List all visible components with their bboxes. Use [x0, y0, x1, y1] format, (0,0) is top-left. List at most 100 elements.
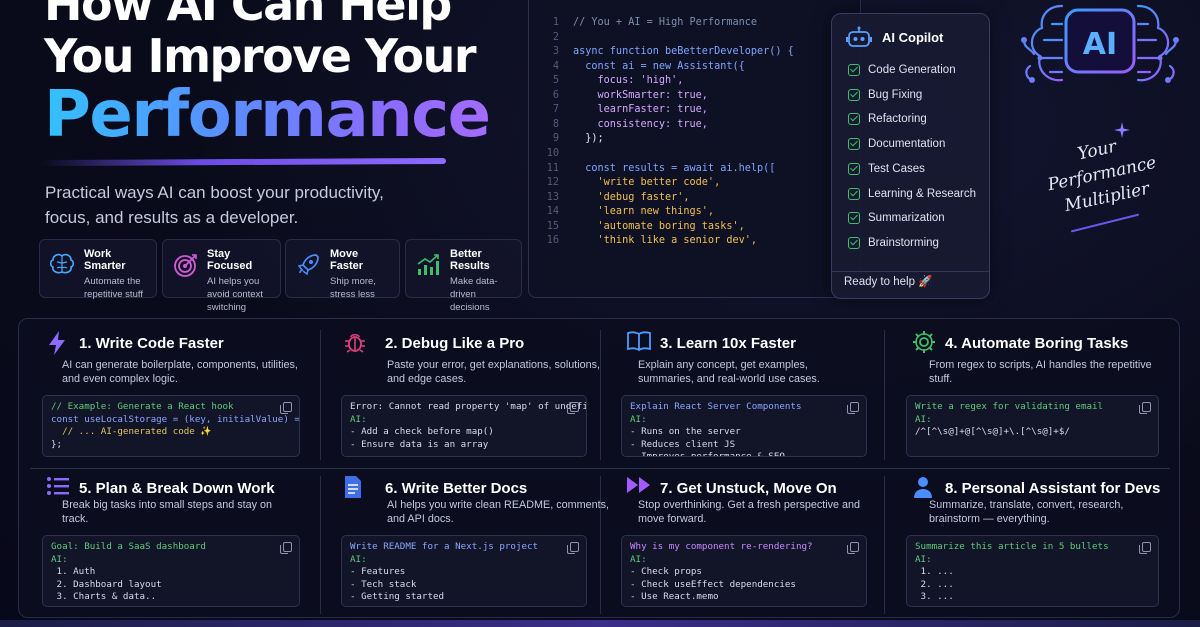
tip-card-1-code-box[interactable]: // Example: Generate a React hook const u… [42, 395, 300, 457]
copy-icon[interactable] [567, 402, 579, 414]
code-box-line: Summarize this article in 5 bullets [915, 541, 1109, 552]
line-number: 4 [552, 60, 559, 72]
chart-up-icon [414, 248, 442, 282]
feature-title: Stay Focused [207, 248, 253, 272]
tip-card-8-code-box[interactable]: Summarize this article in 5 bullets AI: 1… [906, 535, 1159, 607]
copy-icon[interactable] [280, 542, 292, 554]
code-box-line: // Example: Generate a React hook [51, 401, 234, 412]
tip-card-7-code-box[interactable]: Why is my component re-rendering? AI: - Ch… [621, 535, 867, 607]
code-text: 'automate boring tasks', [573, 220, 745, 232]
code-box-line: 3. Charts & data.. [51, 591, 157, 603]
code-box-line: // ... AI-generated code ✨ [51, 426, 212, 438]
bug-icon [343, 330, 367, 359]
copy-icon[interactable] [847, 542, 859, 554]
code-text: consistency: true, [573, 118, 708, 130]
feature-stay-focused: Stay Focused AI helps you avoid context s… [162, 239, 281, 313]
feature-desc: Make data-driven decisions [450, 276, 498, 313]
brain-icon [48, 248, 76, 282]
code-box-line: AI: [630, 553, 647, 565]
copilot-item: Brainstorming [848, 236, 939, 249]
lightning-icon [46, 330, 68, 361]
copilot-item: Refactoring [848, 113, 927, 126]
book-icon [626, 330, 652, 357]
robot-icon [846, 26, 872, 47]
tip-card-3-desc: Explain any concept, get examples, summa… [638, 359, 820, 385]
rocket-icon [294, 248, 322, 282]
copy-icon[interactable] [567, 542, 579, 554]
code-box-line: 2. Dashboard layout [51, 578, 162, 590]
line-number: 14 [546, 206, 559, 218]
code-box-line: - Ensure data is an array [350, 438, 489, 450]
copy-icon[interactable] [847, 402, 859, 414]
copy-icon[interactable] [280, 402, 292, 414]
code-box-line: - Check props [630, 566, 702, 578]
copilot-item-label: Documentation [868, 138, 946, 151]
copilot-header: AI Copilot [846, 26, 943, 48]
title-line-1: How AI Can Help [44, 0, 452, 31]
code-box-line: - Tech stack [350, 578, 417, 590]
tip-card-2-code-box[interactable]: Error: Cannot read property 'map' of und… [341, 395, 587, 457]
line-number: 12 [546, 177, 559, 189]
tip-card-3-code-box[interactable]: Explain React Server Components AI: - Runs… [621, 395, 867, 457]
line-number: 2 [552, 31, 559, 43]
code-line: 4 const ai = new Assistant({ [529, 60, 745, 75]
copilot-status: Ready to help 🚀 [844, 276, 933, 288]
tip-card-8-title: 8. Personal Assistant for Devs [945, 480, 1161, 497]
copilot-item-label: Code Generation [868, 64, 956, 76]
ai-logo-text: AI [1083, 27, 1117, 62]
check-icon [848, 162, 860, 175]
code-box-line: - Use React.memo [630, 591, 719, 603]
code-text: 'learn new things', [573, 206, 715, 218]
code-box-line: - Check useEffect dependencies [630, 578, 796, 590]
code-box-line: - Add a check before map() [350, 426, 494, 438]
feature-desc: Ship more, stress less [330, 276, 376, 300]
grid-divider [600, 330, 601, 460]
code-editor[interactable]: 1 // You + AI = High Performance 2 3 async f… [528, 0, 861, 298]
target-icon [171, 248, 199, 282]
code-box-line: 1. Auth [51, 566, 96, 578]
check-icon [848, 138, 860, 151]
code-text: learnFaster: true, [573, 104, 708, 116]
grid-divider [884, 476, 885, 614]
line-number: 15 [546, 220, 559, 232]
copilot-item-label: Refactoring [868, 113, 927, 126]
code-box-line: - Reduces client JS [630, 438, 736, 450]
tip-card-1-title: 1. Write Code Faster [79, 335, 224, 352]
copilot-item-label: Brainstorming [868, 236, 939, 249]
title-underline [39, 157, 447, 167]
tip-card-5-code-box[interactable]: Goal: Build a SaaS dashboard AI: 1. Auth … [42, 535, 300, 607]
subtitle: Practical ways AI can boost your product… [45, 183, 384, 227]
line-number: 6 [552, 89, 559, 101]
feature-title: Move Faster [330, 248, 364, 272]
copy-icon[interactable] [1139, 402, 1151, 414]
line-number: 5 [552, 75, 559, 87]
code-line: 5 focus: 'high', [529, 74, 684, 89]
code-box-line: }; [51, 438, 63, 450]
document-icon [343, 475, 363, 504]
tip-card-4-code-box[interactable]: Write a regex for validating email AI:/^[… [906, 395, 1159, 457]
line-number: 10 [546, 147, 559, 159]
tip-card-1-desc: AI can generate boilerplate, components,… [62, 359, 298, 385]
code-text: // You + AI = High Performance [573, 17, 758, 28]
check-icon [848, 236, 860, 249]
tip-card-6-code-box[interactable]: Write README for a Next.js project AI: - F… [341, 535, 587, 607]
code-line: 12 'write better code', [529, 176, 720, 191]
code-text: workSmarter: true, [573, 89, 708, 101]
check-icon [848, 113, 860, 126]
code-line: 10 [529, 147, 573, 162]
copilot-item: Documentation [848, 138, 946, 151]
code-box-line: - Runs on the server [630, 426, 741, 438]
code-line: 11 const results = await ai.help([ [529, 162, 776, 177]
copilot-item-label: Test Cases [868, 162, 925, 175]
line-number: 13 [546, 191, 559, 203]
code-box-line: 2. ... [915, 578, 954, 590]
copilot-item: Learning & Research [848, 187, 976, 200]
code-box-line: AI: [630, 413, 647, 425]
copy-icon[interactable] [1139, 542, 1151, 554]
feature-title: Work Smarter [84, 248, 126, 272]
title-line-2: You Improve Your [44, 29, 477, 83]
code-box-line: Write a regex for validating email [915, 401, 1104, 412]
code-line: 8 consistency: true, [529, 118, 708, 133]
line-number: 1 [552, 17, 559, 28]
code-box-line: - Improves performance & SEO [630, 451, 785, 457]
